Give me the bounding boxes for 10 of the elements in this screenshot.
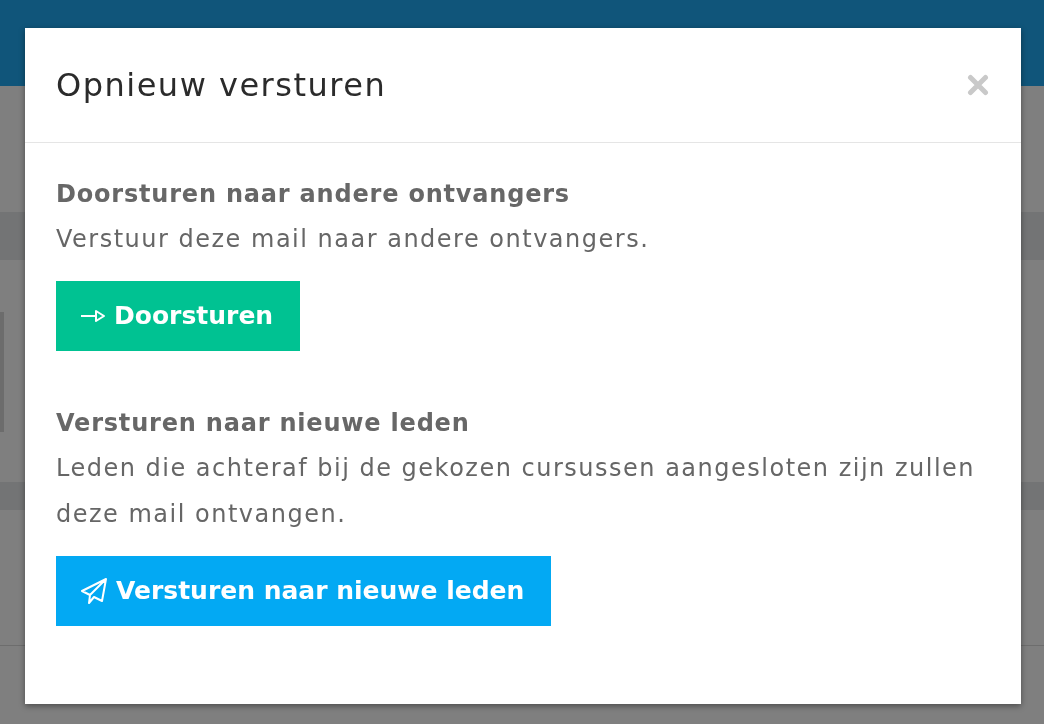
send-button[interactable]: Versturen naar nieuwe leden	[56, 556, 552, 626]
arrow-right-icon	[80, 309, 106, 323]
section-description: Leden die achteraf bij de gekozen cursussen aangesloten zijn zullen deze mail ontvangen.	[56, 453, 977, 530]
close-icon[interactable]	[967, 74, 989, 96]
section-description: Verstuur deze mail naar andere ontvangers.	[56, 224, 651, 255]
paper-plane-icon	[80, 577, 108, 605]
section-heading: Doorsturen naar andere ontvangers	[56, 179, 571, 210]
section-heading: Versturen naar nieuwe leden	[56, 408, 471, 439]
forward-button[interactable]: Doorsturen	[56, 281, 301, 351]
modal-title: Opnieuw versturen	[56, 65, 387, 105]
